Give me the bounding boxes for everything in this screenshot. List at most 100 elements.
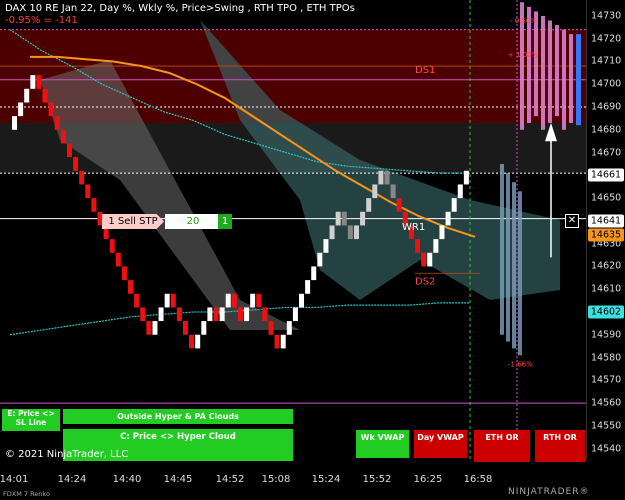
renko-brick — [225, 293, 231, 308]
day-vwap-button[interactable]: Day VWAP — [414, 430, 467, 458]
y-tick-label: 14610 — [591, 283, 622, 295]
tpo-blue-bar — [576, 34, 581, 126]
y-tick-label: 14590 — [591, 329, 622, 341]
tpo-column-lower — [500, 163, 504, 335]
tpo-column-upper — [569, 34, 573, 123]
renko-brick — [274, 334, 280, 349]
renko-brick — [115, 252, 121, 267]
x-tick-label: 14:01 — [0, 474, 29, 485]
renko-brick — [384, 170, 390, 185]
chart-plot-area[interactable]: DS1 WR1 DS2 - 0.50% + 1.00% -1.66% — [0, 0, 586, 460]
y-tick-label: 14650 — [591, 192, 622, 204]
annotation-3: - 0.50% — [510, 17, 537, 25]
renko-brick — [42, 88, 48, 103]
tpo-column-lower — [512, 182, 516, 349]
last-price-tag: 14661 — [588, 168, 624, 182]
eth-or-button[interactable]: ETH OR — [474, 430, 530, 462]
renko-brick — [85, 184, 91, 199]
renko-brick — [189, 334, 195, 349]
renko-brick — [427, 252, 433, 267]
renko-brick — [286, 321, 292, 335]
renko-brick — [378, 170, 384, 185]
order-quantity[interactable]: 20 — [165, 214, 221, 229]
renko-brick — [463, 170, 469, 185]
renko-brick — [305, 280, 311, 294]
tpo-column-lower — [518, 191, 522, 356]
renko-brick — [415, 239, 421, 253]
instrument-footer: FDXM 7 Renko — [3, 490, 50, 498]
renko-brick — [231, 293, 237, 308]
x-tick-label: 15:24 — [311, 474, 341, 485]
y-tick-label: 14710 — [591, 55, 622, 67]
chart-title: DAX 10 RE Jan 22, Day %, Wkly %, Price>S… — [5, 3, 355, 14]
renko-brick — [244, 307, 250, 322]
y-tick-label: 14560 — [591, 397, 622, 409]
renko-brick — [128, 280, 134, 294]
x-tick-label: 15:52 — [362, 474, 392, 485]
tpo-column-lower — [506, 173, 510, 342]
renko-brick — [341, 211, 347, 226]
tpo-column-upper — [541, 15, 545, 130]
order-label[interactable]: 1 Sell STP — [102, 214, 164, 229]
order-price-tag: 14641 — [588, 214, 624, 228]
cyan-price-tag: 14602 — [588, 305, 624, 319]
annotation-2: DS2 — [415, 277, 435, 288]
y-tick-label: 14730 — [591, 10, 622, 22]
renko-brick — [433, 239, 439, 253]
renko-brick — [347, 225, 353, 240]
renko-brick — [60, 129, 66, 144]
tpo-column-upper — [534, 11, 538, 117]
renko-brick — [311, 266, 317, 281]
renko-brick — [250, 293, 256, 308]
order-count[interactable]: 1 — [218, 214, 232, 229]
y-tick-label: 14550 — [591, 420, 622, 432]
x-tick-label: 15:08 — [261, 474, 291, 485]
renko-brick — [353, 225, 359, 240]
annotation-1: WR1 — [402, 222, 425, 233]
rth-or-button[interactable]: RTH OR — [535, 430, 585, 462]
renko-brick — [329, 225, 335, 240]
renko-brick — [146, 321, 152, 335]
renko-brick — [372, 184, 378, 199]
y-tick-label: 14700 — [591, 78, 622, 90]
renko-brick — [91, 198, 97, 212]
renko-brick — [18, 102, 24, 117]
renko-brick — [176, 307, 182, 322]
renko-brick — [262, 307, 268, 322]
renko-brick — [170, 293, 176, 308]
renko-brick — [152, 321, 158, 335]
renko-brick — [390, 184, 396, 199]
cancel-order-button[interactable]: ✕ — [565, 214, 579, 228]
renko-brick — [109, 239, 115, 253]
y-tick-label: 14540 — [591, 443, 622, 455]
renko-brick — [97, 211, 103, 226]
tpo-column-upper — [562, 29, 566, 130]
y-tick-label: 14670 — [591, 147, 622, 159]
renko-brick — [201, 321, 207, 335]
x-tick-label: 14:52 — [215, 474, 245, 485]
x-tick-label: 14:45 — [163, 474, 193, 485]
renko-brick — [73, 157, 79, 171]
annotation-0: DS1 — [415, 65, 435, 76]
outside-hyper-pa-button[interactable]: Outside Hyper & PA Clouds — [63, 409, 293, 424]
renko-brick — [396, 198, 402, 212]
renko-brick — [12, 116, 17, 130]
y-tick-label: 14620 — [591, 260, 622, 272]
wk-vwap-button[interactable]: Wk VWAP — [356, 430, 409, 458]
y-tick-label: 14720 — [591, 33, 622, 45]
price-sl-line-button[interactable]: E: Price <> SL Line — [2, 409, 60, 431]
renko-brick — [323, 239, 329, 253]
renko-brick — [79, 170, 85, 185]
y-tick-label: 14690 — [591, 101, 622, 113]
tpo-column-upper — [548, 20, 552, 123]
x-tick-label: 14:40 — [112, 474, 142, 485]
renko-brick — [366, 198, 372, 212]
chart-canvas[interactable]: DS1 WR1 DS2 - 0.50% + 1.00% -1.66% — [0, 0, 586, 460]
renko-brick — [317, 252, 323, 267]
renko-brick — [280, 334, 286, 349]
renko-brick — [292, 307, 298, 322]
renko-brick — [158, 307, 164, 322]
renko-brick — [219, 307, 225, 322]
renko-brick — [182, 321, 188, 335]
x-tick-label: 16:58 — [463, 474, 493, 485]
